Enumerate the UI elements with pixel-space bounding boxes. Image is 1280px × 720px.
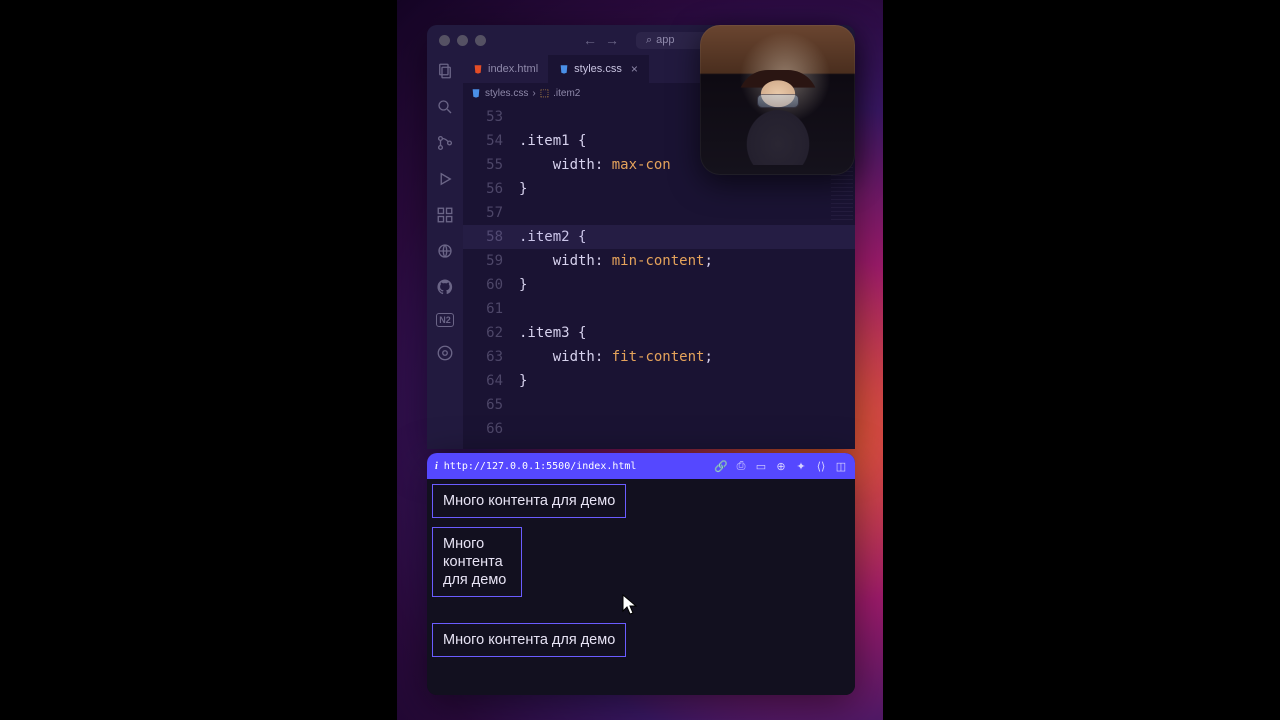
app-logo-icon[interactable]: N2 — [436, 313, 454, 327]
demo-item-3: Много контента для демо — [432, 623, 626, 657]
search-activity-icon[interactable] — [435, 97, 455, 117]
html-file-icon — [473, 64, 483, 74]
github-icon[interactable] — [435, 277, 455, 297]
link-icon[interactable]: 🔗 — [715, 460, 727, 472]
css-file-icon — [559, 64, 569, 74]
debug-icon[interactable] — [435, 169, 455, 189]
globe-icon[interactable]: ⊕ — [775, 460, 787, 472]
preview-viewport[interactable]: Много контента для демо Много контента д… — [427, 479, 855, 695]
close-tab-icon[interactable]: × — [631, 62, 638, 76]
search-placeholder: app — [656, 34, 674, 46]
tab-label: index.html — [488, 63, 538, 75]
line-numbers: 5354555657585960616263646566 — [463, 103, 519, 449]
info-icon[interactable]: i — [435, 461, 438, 472]
source-control-icon[interactable] — [435, 133, 455, 153]
refresh-icon[interactable]: ✦ — [795, 460, 807, 472]
demo-item-1: Много контента для демо — [432, 484, 626, 518]
tab-index-html[interactable]: index.html — [463, 55, 549, 83]
preview-toolbar: i http://127.0.0.1:5500/index.html 🔗 ⎙ ▭… — [427, 453, 855, 479]
device-icon[interactable]: ▭ — [755, 460, 767, 472]
code-line[interactable]: } — [519, 369, 855, 393]
mouse-cursor-icon — [622, 594, 638, 616]
screenshot-icon[interactable]: ⎙ — [735, 460, 747, 472]
code-line[interactable] — [519, 393, 855, 417]
tab-styles-css[interactable]: styles.css × — [549, 55, 649, 83]
panel-icon[interactable]: ◫ — [835, 460, 847, 472]
code-line[interactable] — [519, 201, 855, 225]
activity-bar: N2 — [427, 55, 463, 449]
browser-preview: i http://127.0.0.1:5500/index.html 🔗 ⎙ ▭… — [427, 453, 855, 695]
settings-icon[interactable] — [435, 343, 455, 363]
files-icon[interactable] — [435, 61, 455, 81]
maximize-window-icon[interactable] — [475, 35, 486, 46]
demo-item-2: Много контента для демо — [432, 527, 522, 597]
breadcrumb-file: styles.css — [485, 88, 528, 99]
code-line[interactable]: width: fit-content; — [519, 345, 855, 369]
code-line[interactable] — [519, 417, 855, 441]
code-line[interactable]: .item3 { — [519, 321, 855, 345]
minimize-window-icon[interactable] — [457, 35, 468, 46]
tab-label: styles.css — [574, 63, 622, 75]
webcam-overlay — [700, 25, 855, 175]
chevron-right-icon: › — [532, 88, 535, 99]
nav-back-icon[interactable]: ← — [583, 32, 597, 48]
code-line[interactable] — [519, 297, 855, 321]
current-line-highlight — [463, 225, 855, 249]
css-file-icon — [471, 88, 481, 98]
symbol-icon: ⬚ — [540, 88, 549, 99]
preview-url[interactable]: http://127.0.0.1:5500/index.html — [444, 461, 637, 472]
close-window-icon[interactable] — [439, 35, 450, 46]
devtools-icon[interactable]: ⟨⟩ — [815, 460, 827, 472]
code-line[interactable]: } — [519, 273, 855, 297]
code-line[interactable]: width: min-content; — [519, 249, 855, 273]
nav-forward-icon[interactable]: → — [605, 32, 619, 48]
remote-icon[interactable] — [435, 241, 455, 261]
search-icon: ⌕ — [646, 34, 652, 47]
breadcrumb-symbol: .item2 — [553, 88, 580, 99]
extensions-icon[interactable] — [435, 205, 455, 225]
code-line[interactable]: } — [519, 177, 855, 201]
